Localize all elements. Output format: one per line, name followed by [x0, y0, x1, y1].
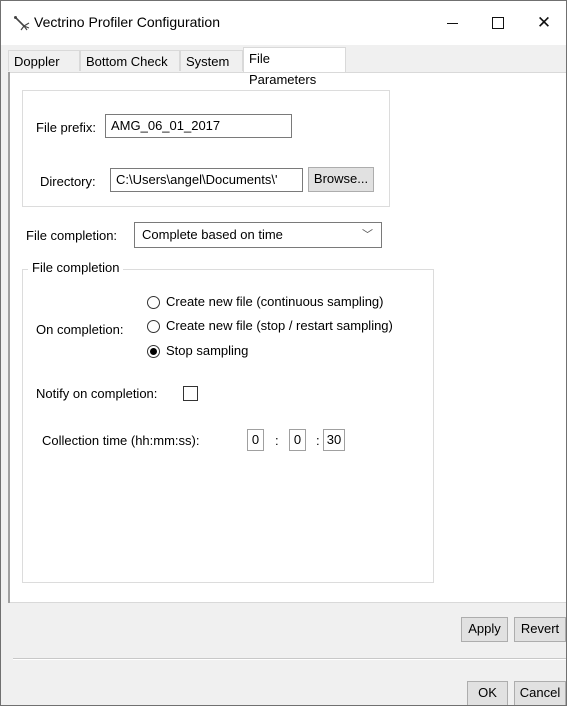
- file-completion-group: [22, 269, 434, 583]
- file-completion-group-title: File completion: [28, 260, 124, 275]
- notify-checkbox[interactable]: [183, 386, 198, 401]
- maximize-button[interactable]: [475, 1, 521, 45]
- divider-highlight: [13, 659, 566, 660]
- file-completion-select[interactable]: Complete based on time ﹀: [134, 222, 382, 248]
- file-completion-value: Complete based on time: [142, 227, 283, 242]
- radio-continuous-sampling[interactable]: [147, 296, 160, 309]
- radio-continuous-sampling-label[interactable]: Create new file (continuous sampling): [166, 294, 384, 309]
- directory-input[interactable]: C:\Users\angel\Documents\': [110, 168, 303, 192]
- ok-button[interactable]: OK: [467, 681, 508, 705]
- file-prefix-label: File prefix:: [36, 120, 96, 135]
- chevron-down-icon: ﹀: [362, 228, 373, 241]
- configuration-window: Vectrino Profiler Configuration ✕ Dopple…: [0, 0, 567, 706]
- radio-stop-sampling[interactable]: [147, 345, 160, 358]
- tab-strip: Doppler Bottom Check System File Paramet…: [1, 45, 566, 87]
- radio-selected-dot: [150, 348, 157, 355]
- file-completion-label: File completion:: [26, 228, 118, 243]
- notify-label: Notify on completion:: [36, 386, 158, 401]
- window-title: Vectrino Profiler Configuration: [34, 14, 220, 30]
- tab-system[interactable]: System: [180, 50, 243, 71]
- apply-button[interactable]: Apply: [461, 617, 508, 642]
- time-separator: :: [316, 433, 320, 448]
- collection-time-label: Collection time (hh:mm:ss):: [42, 433, 200, 448]
- tab-bottom-check[interactable]: Bottom Check: [80, 50, 180, 71]
- vectrino-probe-icon: [14, 16, 30, 31]
- close-button[interactable]: ✕: [521, 1, 566, 45]
- title-bar[interactable]: Vectrino Profiler Configuration ✕: [1, 1, 566, 45]
- time-separator: :: [275, 433, 279, 448]
- radio-stop-restart-sampling[interactable]: [147, 320, 160, 333]
- directory-label: Directory:: [40, 174, 96, 189]
- maximize-icon: [492, 17, 504, 29]
- seconds-input[interactable]: 30: [323, 429, 345, 451]
- revert-button[interactable]: Revert: [514, 617, 566, 642]
- minimize-button[interactable]: [429, 1, 475, 45]
- hours-input[interactable]: 0: [247, 429, 264, 451]
- tab-file-parameters[interactable]: File Parameters: [243, 47, 346, 87]
- radio-stop-restart-sampling-label[interactable]: Create new file (stop / restart sampling…: [166, 318, 393, 333]
- file-prefix-input[interactable]: AMG_06_01_2017: [105, 114, 292, 138]
- panel-border: [8, 72, 10, 603]
- tab-doppler[interactable]: Doppler: [8, 50, 80, 71]
- minimize-icon: [446, 22, 458, 24]
- minutes-input[interactable]: 0: [289, 429, 306, 451]
- cancel-button[interactable]: Cancel: [514, 681, 566, 705]
- radio-stop-sampling-label[interactable]: Stop sampling: [166, 343, 248, 358]
- browse-button[interactable]: Browse...: [308, 167, 374, 192]
- close-icon: ✕: [536, 12, 552, 33]
- on-completion-label: On completion:: [36, 322, 124, 337]
